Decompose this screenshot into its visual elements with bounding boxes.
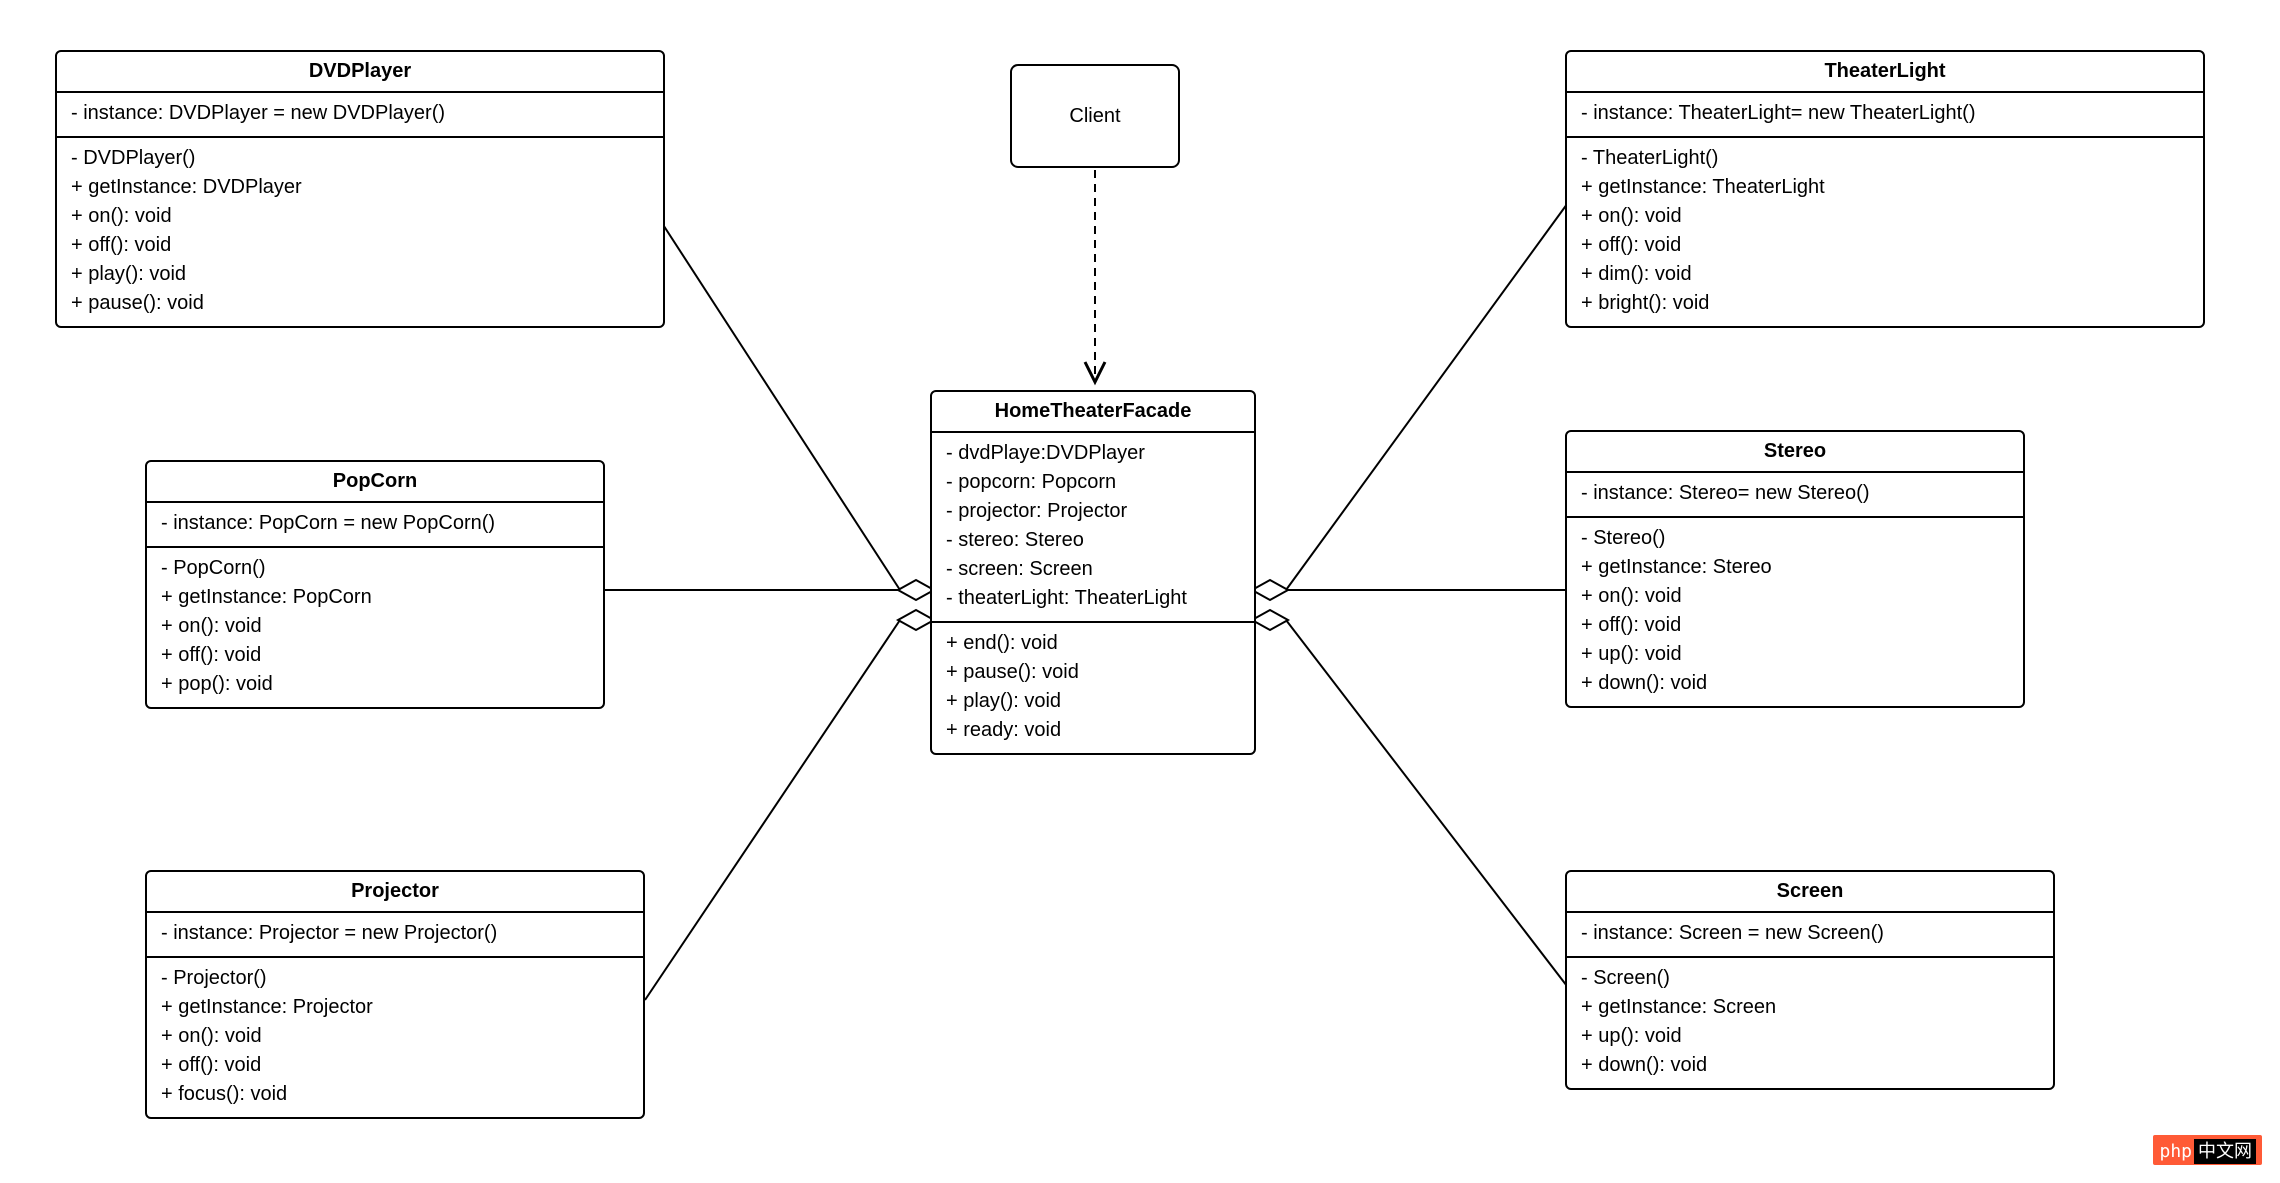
class-methods: + end(): void + pause(): void + play(): … xyxy=(932,623,1254,753)
attr: - theaterLight: TheaterLight xyxy=(946,584,1240,613)
method: + pause(): void xyxy=(946,658,1240,687)
method: + ready: void xyxy=(946,716,1240,745)
method: + getInstance: DVDPlayer xyxy=(71,173,649,202)
method: + pause(): void xyxy=(71,289,649,318)
method: + up(): void xyxy=(1581,640,2009,669)
attr: - instance: DVDPlayer = new DVDPlayer() xyxy=(71,99,649,128)
method: + on(): void xyxy=(1581,582,2009,611)
attr: - screen: Screen xyxy=(946,555,1240,584)
method: - DVDPlayer() xyxy=(71,144,649,173)
method: + off(): void xyxy=(161,641,589,670)
method: + getInstance: Screen xyxy=(1581,993,2039,1022)
method: + on(): void xyxy=(161,612,589,641)
class-attributes: - instance: Screen = new Screen() xyxy=(1567,913,2053,958)
class-attributes: - instance: TheaterLight= new TheaterLig… xyxy=(1567,93,2203,138)
class-stereo: Stereo - instance: Stereo= new Stereo() … xyxy=(1565,430,2025,708)
attr: - popcorn: Popcorn xyxy=(946,468,1240,497)
method: - TheaterLight() xyxy=(1581,144,2189,173)
method: + bright(): void xyxy=(1581,289,2189,318)
method: + getInstance: Projector xyxy=(161,993,629,1022)
method: + off(): void xyxy=(71,231,649,260)
class-methods: - DVDPlayer() + getInstance: DVDPlayer +… xyxy=(57,138,663,326)
class-hometheaterfacade: HomeTheaterFacade - dvdPlaye:DVDPlayer -… xyxy=(930,390,1256,755)
client-label: Client xyxy=(1069,105,1120,128)
class-popcorn: PopCorn - instance: PopCorn = new PopCor… xyxy=(145,460,605,709)
watermark: php中文网 xyxy=(2153,1135,2262,1165)
method: + focus(): void xyxy=(161,1080,629,1109)
class-attributes: - instance: Stereo= new Stereo() xyxy=(1567,473,2023,518)
method: + end(): void xyxy=(946,629,1240,658)
class-title: PopCorn xyxy=(147,462,603,503)
attr: - instance: TheaterLight= new TheaterLig… xyxy=(1581,99,2189,128)
class-attributes: - instance: DVDPlayer = new DVDPlayer() xyxy=(57,93,663,138)
class-methods: - TheaterLight() + getInstance: TheaterL… xyxy=(1567,138,2203,326)
method: + dim(): void xyxy=(1581,260,2189,289)
method: + getInstance: TheaterLight xyxy=(1581,173,2189,202)
class-attributes: - instance: Projector = new Projector() xyxy=(147,913,643,958)
method: + play(): void xyxy=(71,260,649,289)
method: + down(): void xyxy=(1581,669,2009,698)
attr: - projector: Projector xyxy=(946,497,1240,526)
attr: - stereo: Stereo xyxy=(946,526,1240,555)
method: + on(): void xyxy=(161,1022,629,1051)
diagram-canvas: Client HomeTheaterFacade - dvdPlaye:DVDP… xyxy=(0,0,2280,1183)
method: + off(): void xyxy=(161,1051,629,1080)
attr: - instance: Projector = new Projector() xyxy=(161,919,629,948)
method: - Screen() xyxy=(1581,964,2039,993)
class-title: DVDPlayer xyxy=(57,52,663,93)
watermark-right: 中文网 xyxy=(2194,1139,2256,1164)
attr: - instance: Stereo= new Stereo() xyxy=(1581,479,2009,508)
class-methods: - Stereo() + getInstance: Stereo + on():… xyxy=(1567,518,2023,706)
class-theaterlight: TheaterLight - instance: TheaterLight= n… xyxy=(1565,50,2205,328)
class-title: Projector xyxy=(147,872,643,913)
class-attributes: - dvdPlaye:DVDPlayer - popcorn: Popcorn … xyxy=(932,433,1254,623)
class-client: Client xyxy=(1010,64,1180,168)
class-title: HomeTheaterFacade xyxy=(932,392,1254,433)
class-methods: - Screen() + getInstance: Screen + up():… xyxy=(1567,958,2053,1088)
method: + getInstance: Stereo xyxy=(1581,553,2009,582)
class-title: TheaterLight xyxy=(1567,52,2203,93)
class-projector: Projector - instance: Projector = new Pr… xyxy=(145,870,645,1119)
method: + up(): void xyxy=(1581,1022,2039,1051)
method: + getInstance: PopCorn xyxy=(161,583,589,612)
method: - PopCorn() xyxy=(161,554,589,583)
method: + on(): void xyxy=(71,202,649,231)
class-screen: Screen - instance: Screen = new Screen()… xyxy=(1565,870,2055,1090)
method: + on(): void xyxy=(1581,202,2189,231)
attr: - dvdPlaye:DVDPlayer xyxy=(946,439,1240,468)
method: + pop(): void xyxy=(161,670,589,699)
class-attributes: - instance: PopCorn = new PopCorn() xyxy=(147,503,603,548)
watermark-left: php xyxy=(2159,1141,2192,1162)
attr: - instance: PopCorn = new PopCorn() xyxy=(161,509,589,538)
method: + off(): void xyxy=(1581,231,2189,260)
class-methods: - Projector() + getInstance: Projector +… xyxy=(147,958,643,1117)
method: - Stereo() xyxy=(1581,524,2009,553)
attr: - instance: Screen = new Screen() xyxy=(1581,919,2039,948)
method: + off(): void xyxy=(1581,611,2009,640)
method: + down(): void xyxy=(1581,1051,2039,1080)
method: + play(): void xyxy=(946,687,1240,716)
class-title: Screen xyxy=(1567,872,2053,913)
class-title: Stereo xyxy=(1567,432,2023,473)
method: - Projector() xyxy=(161,964,629,993)
class-dvdplayer: DVDPlayer - instance: DVDPlayer = new DV… xyxy=(55,50,665,328)
class-methods: - PopCorn() + getInstance: PopCorn + on(… xyxy=(147,548,603,707)
